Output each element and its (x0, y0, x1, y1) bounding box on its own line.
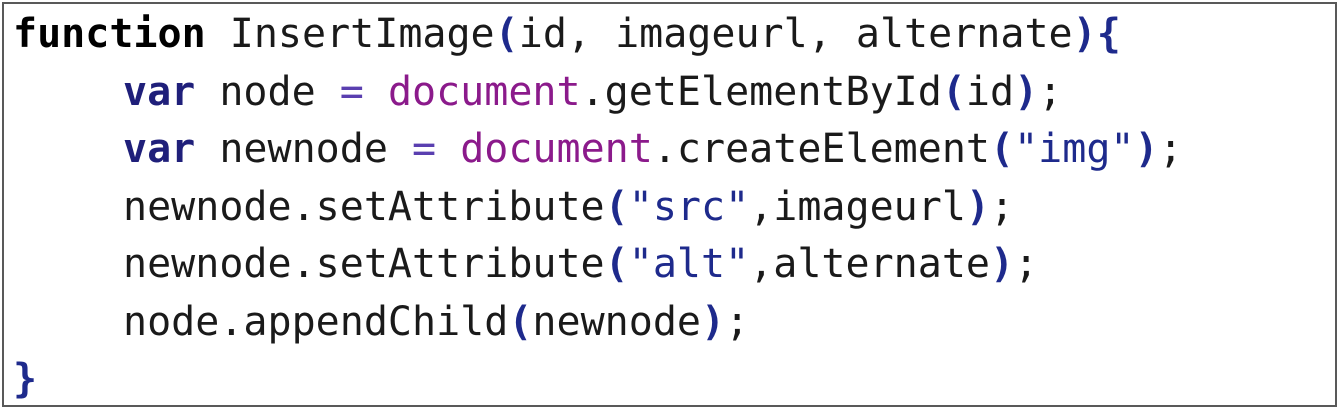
code-token-paren: ( (604, 183, 629, 230)
code-token-paren: ) (1072, 11, 1097, 57)
code-token-paren: ( (494, 11, 519, 57)
code-token-plain: newnode (532, 298, 701, 345)
code-token-var: var (123, 68, 196, 115)
code-token-plain: ; (1014, 241, 1039, 287)
code-line: var node = document.getElementById(id); (13, 64, 1183, 122)
code-token-string: "src" (628, 183, 750, 230)
code-token-paren: ) (700, 298, 726, 345)
code-line: function InsertImage(id, imageurl, alter… (13, 6, 1183, 64)
code-line: newnode.setAttribute("alt",alternate); (13, 236, 1183, 294)
code-token-paren: ) (965, 183, 990, 230)
code-line: newnode.setAttribute("src",imageurl); (13, 179, 1183, 237)
code-block: function InsertImage(id, imageurl, alter… (13, 6, 1183, 405)
code-token-plain: InsertImage (205, 11, 495, 57)
code-token-brace: } (13, 356, 38, 402)
code-token-plain: newnode.setAttribute (123, 241, 605, 287)
code-line: } (13, 351, 1183, 405)
code-token-plain: .createElement (652, 126, 990, 172)
code-token-var: var (123, 126, 196, 172)
code-token-paren: ) (1134, 126, 1159, 172)
code-token-plain: id, imageurl, alternate (518, 11, 1073, 57)
code-token-operator: = (412, 126, 437, 172)
code-token-paren: ( (604, 241, 629, 287)
code-token-plain: ; (990, 183, 1015, 230)
code-token-plain: id (965, 68, 1015, 115)
code-token-paren: ( (990, 126, 1015, 172)
code-line: var newnode = document.createElement("im… (13, 121, 1183, 179)
code-token-paren: ( (508, 298, 533, 345)
code-token-string: "img" (1014, 126, 1135, 172)
code-token-plain: .getElementById (580, 68, 942, 115)
code-token-keyword: function (13, 11, 206, 57)
code-token-paren: ) (989, 241, 1015, 287)
code-token-plain: node.appendChild (123, 298, 509, 345)
code-token-plain: ; (1158, 126, 1183, 172)
code-token-builtin: document (387, 68, 581, 115)
code-token-paren: ( (941, 68, 966, 115)
code-token-plain: ; (725, 298, 750, 345)
code-token-plain: ; (1038, 68, 1063, 115)
code-token-plain: newnode.setAttribute (123, 183, 605, 230)
code-token-string: "alt" (628, 241, 750, 287)
code-token-operator: = (339, 68, 364, 115)
code-token-brace: { (1096, 11, 1121, 57)
code-token-plain: node (195, 68, 340, 115)
code-token-plain: ,alternate (749, 241, 990, 287)
code-token-plain: ,imageurl (749, 183, 966, 230)
code-line: node.appendChild(newnode); (13, 294, 1183, 352)
code-token-plain: newnode (195, 126, 412, 172)
code-token-paren: ) (1014, 68, 1039, 115)
code-snippet-frame: function InsertImage(id, imageurl, alter… (2, 2, 1337, 407)
code-token-builtin: document (460, 126, 653, 172)
